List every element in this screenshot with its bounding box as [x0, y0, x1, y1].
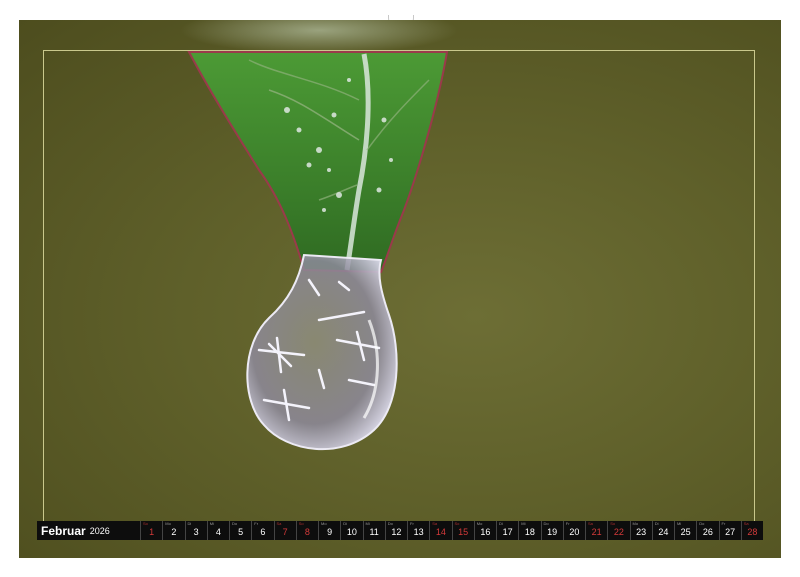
day-number: 17 [502, 527, 513, 537]
day-cell: Do 26 [696, 521, 718, 540]
day-cell: Di 3 [184, 521, 207, 540]
month-label: Februar 2026 [37, 521, 140, 540]
day-cell: Sa 7 [273, 521, 296, 540]
day-number: 3 [193, 527, 199, 537]
day-cell: Di 10 [340, 521, 362, 540]
day-cell: Fr 6 [251, 521, 273, 540]
day-number: 14 [435, 527, 446, 537]
day-number: 18 [524, 527, 535, 537]
day-number: 4 [215, 527, 221, 537]
day-number: 26 [702, 527, 713, 537]
day-cell: Mo 2 [162, 521, 184, 540]
calendar-photo [19, 20, 781, 558]
day-cell: Di 24 [651, 521, 674, 540]
day-number: 22 [613, 527, 624, 537]
day-cells: So 1 Mo 2 Di 3 Mi 4 Do 5 Fr 6 Sa 7 So 8 Mo 9 Di 10 Mi 11 Do 12 F… [140, 521, 763, 540]
day-number: 2 [171, 527, 177, 537]
day-cell: So 15 [451, 521, 474, 540]
day-cell: Mo 23 [629, 521, 652, 540]
day-number: 28 [747, 527, 758, 537]
day-cell: Mo 9 [318, 521, 340, 540]
day-cell: Do 12 [384, 521, 407, 540]
day-cell: Mi 4 [206, 521, 229, 540]
day-number: 10 [346, 527, 357, 537]
day-cell: Mi 11 [362, 521, 385, 540]
day-number: 23 [636, 527, 647, 537]
day-number: 7 [282, 527, 288, 537]
day-number: 1 [149, 527, 155, 537]
day-number: 21 [591, 527, 602, 537]
day-cell: Sa 21 [585, 521, 607, 540]
day-number: 24 [658, 527, 669, 537]
photo-inner-frame [43, 50, 755, 528]
day-cell: Sa 14 [429, 521, 451, 540]
day-number: 19 [547, 527, 558, 537]
month-name: Februar [41, 523, 86, 538]
day-number: 5 [238, 527, 244, 537]
day-number: 20 [569, 527, 580, 537]
day-number: 15 [458, 527, 469, 537]
day-cell: So 22 [607, 521, 629, 540]
day-number: 25 [680, 527, 691, 537]
day-cell: Do 19 [540, 521, 563, 540]
day-number: 9 [327, 527, 333, 537]
day-cell: Di 17 [496, 521, 518, 540]
day-cell: Do 5 [229, 521, 251, 540]
day-cell: So 1 [140, 521, 162, 540]
month-year: 2026 [89, 525, 110, 536]
day-cell: Mi 25 [674, 521, 696, 540]
day-number: 8 [304, 527, 310, 537]
day-cell: Fr 13 [407, 521, 429, 540]
day-number: 6 [260, 527, 266, 537]
day-number: 12 [391, 527, 402, 537]
calendar-strip: Februar 2026 So 1 Mo 2 Di 3 Mi 4 Do 5 Fr 6 Sa 7 So 8 Mo 9… [37, 521, 763, 540]
day-cell: Mo 16 [473, 521, 496, 540]
day-cell: So 8 [295, 521, 318, 540]
day-number: 11 [369, 527, 379, 537]
day-cell: Mi 18 [518, 521, 540, 540]
day-number: 27 [725, 527, 736, 537]
day-number: 13 [413, 527, 424, 537]
day-number: 16 [480, 527, 491, 537]
day-cell: Fr 20 [562, 521, 585, 540]
day-cell: Sa 28 [740, 521, 763, 540]
day-cell: Fr 27 [718, 521, 741, 540]
